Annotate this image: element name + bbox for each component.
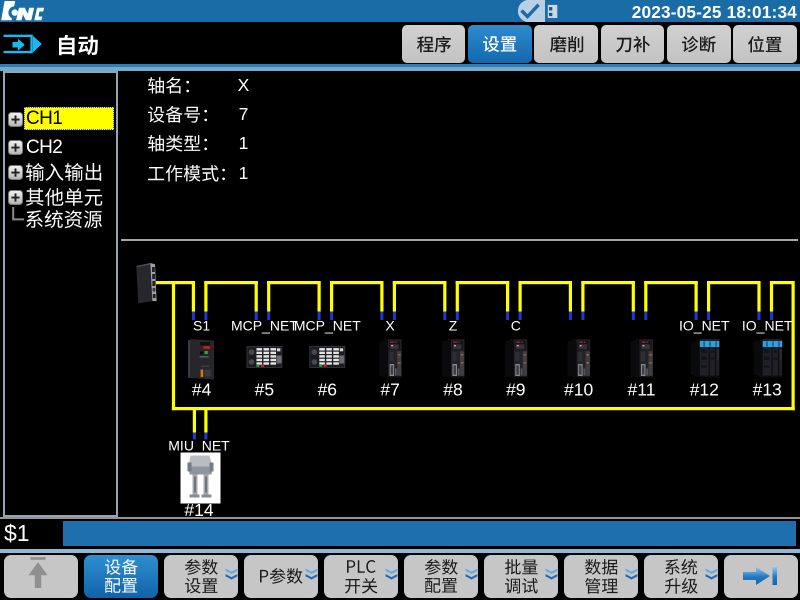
svg-text:#7: #7 bbox=[380, 380, 399, 400]
svg-text:Z: Z bbox=[449, 318, 458, 334]
svg-text:#8: #8 bbox=[443, 380, 462, 400]
svg-text:#6: #6 bbox=[318, 380, 337, 400]
svg-text:MCP_NET: MCP_NET bbox=[231, 318, 298, 334]
svg-text:MCP_NET: MCP_NET bbox=[294, 318, 361, 334]
svg-text:X: X bbox=[385, 318, 395, 334]
svg-text:S1: S1 bbox=[193, 318, 210, 334]
svg-text:IO_NET: IO_NET bbox=[679, 318, 730, 334]
svg-text:#12: #12 bbox=[690, 380, 719, 400]
svg-text:MIU_NET: MIU_NET bbox=[168, 438, 230, 454]
svg-text:#9: #9 bbox=[506, 380, 525, 400]
svg-text:#10: #10 bbox=[564, 380, 593, 400]
svg-text:IO_NET: IO_NET bbox=[742, 318, 793, 334]
svg-text:#13: #13 bbox=[753, 380, 782, 400]
svg-text:C: C bbox=[511, 318, 521, 334]
svg-text:#5: #5 bbox=[255, 380, 274, 400]
svg-text:#4: #4 bbox=[192, 380, 212, 400]
svg-text:#11: #11 bbox=[628, 380, 656, 400]
